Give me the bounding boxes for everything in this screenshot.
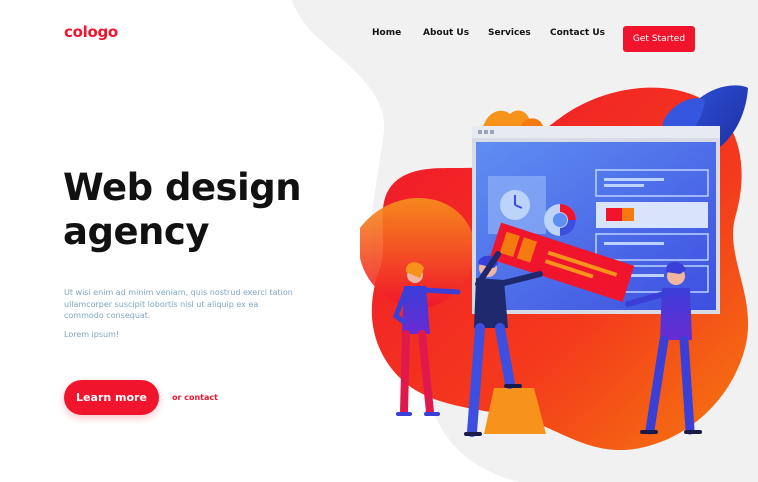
nav-item-home[interactable]: Home [372, 28, 401, 38]
hero-title: Web design agency [63, 166, 302, 254]
nav-item-contact-us[interactable]: Contact Us [550, 28, 605, 38]
brand-logo[interactable]: cologo [64, 23, 118, 41]
learn-more-button[interactable]: Learn more [64, 380, 159, 415]
hero-illustration [360, 85, 749, 451]
hero-description: Ut wisi enim ad minim veniam, quis nostr… [64, 288, 293, 320]
get-started-button[interactable]: Get Started [623, 26, 695, 52]
nav-item-services[interactable]: Services [488, 28, 531, 38]
hero-small-text: Lorem ipsum! [64, 330, 120, 339]
contact-link[interactable]: or contact [172, 393, 218, 402]
nav-item-about-us[interactable]: About Us [423, 28, 469, 38]
hero-title-line2: agency [63, 210, 209, 253]
hero-title-line1: Web design [63, 166, 302, 209]
